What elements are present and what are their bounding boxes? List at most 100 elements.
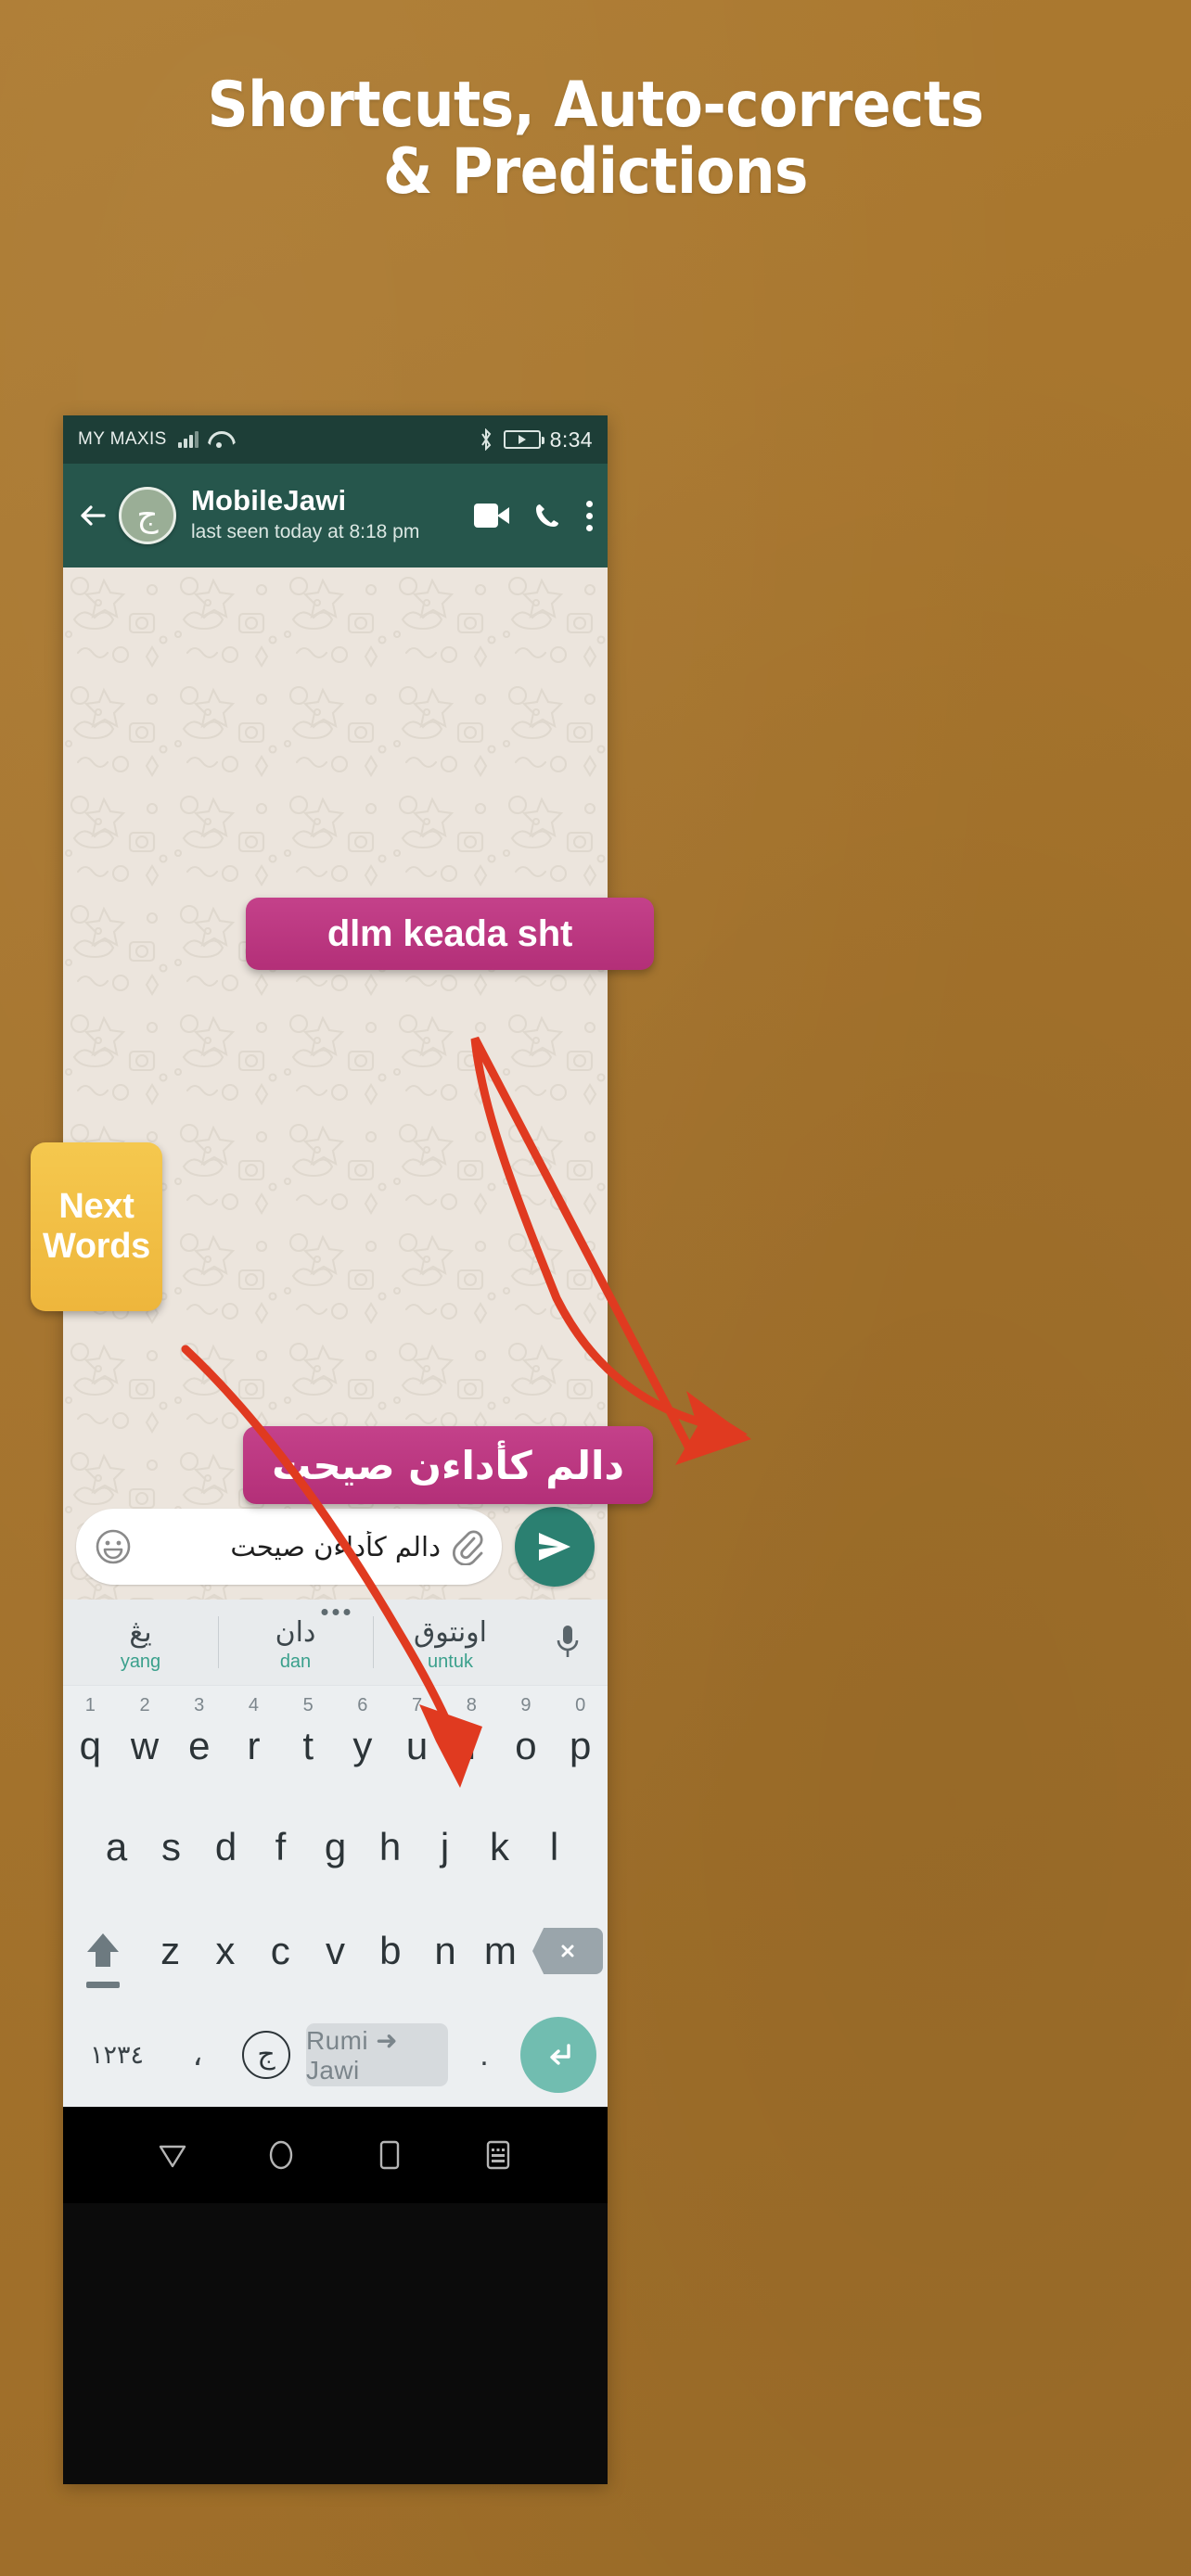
chat-header: ج MobileJawi last seen today at 8:18 pm	[63, 464, 608, 567]
key-c[interactable]: c	[253, 1899, 308, 2003]
send-button[interactable]	[515, 1507, 595, 1587]
key-letter: d	[214, 1825, 237, 1868]
key-t[interactable]: 5t	[281, 1686, 336, 1795]
contact-status: last seen today at 8:18 pm	[191, 521, 420, 543]
prediction-jawi: دان	[275, 1616, 316, 1650]
prediction-rumi: untuk	[428, 1651, 473, 1672]
status-bar: MY MAXIS 8:34	[63, 415, 608, 464]
key-k[interactable]: k	[472, 1795, 527, 1899]
key-letter: h	[378, 1825, 402, 1868]
key-number-hint: 5	[302, 1695, 314, 1715]
key-y[interactable]: 6y	[336, 1686, 391, 1795]
key-letter: o	[515, 1724, 537, 1767]
enter-key-icon	[550, 2044, 570, 2065]
key-w[interactable]: 2w	[118, 1686, 173, 1795]
key-p[interactable]: 0p	[553, 1686, 608, 1795]
backspace-x-glyph	[561, 1945, 574, 1958]
avatar[interactable]: ج	[119, 487, 176, 544]
key-o[interactable]: 9o	[499, 1686, 554, 1795]
keyboard-row-1: 1q 2w 3e 4r 5t 6y 7u 8i 9o 0p	[63, 1686, 608, 1795]
key-letter: u	[405, 1724, 429, 1767]
video-call-icon[interactable]	[474, 504, 509, 528]
key-u[interactable]: 7u	[390, 1686, 444, 1795]
prediction-item-1[interactable]: يڠ yang	[63, 1600, 218, 1685]
key-g[interactable]: g	[308, 1795, 363, 1899]
callout-shortcut-text: dlm keada sht	[246, 898, 654, 970]
key-q[interactable]: 1q	[63, 1686, 118, 1795]
key-number-hint: 0	[575, 1695, 586, 1715]
key-number-hint: 3	[194, 1695, 205, 1715]
prediction-item-3[interactable]: اونتوق untuk	[373, 1600, 528, 1685]
key-letter: b	[379, 1929, 402, 1972]
send-icon	[539, 1533, 570, 1561]
chat-header-actions	[467, 500, 593, 531]
shift-key[interactable]	[63, 1899, 143, 2003]
shift-key-icon	[86, 1933, 119, 1967]
microphone-icon	[557, 1626, 579, 1657]
key-b[interactable]: b	[363, 1899, 417, 2003]
comma-key[interactable]: ،	[169, 2026, 226, 2084]
nav-recents-icon[interactable]	[372, 2137, 407, 2173]
key-letter: x	[215, 1929, 236, 1972]
arrow-1-head	[675, 1391, 751, 1465]
nav-keyboard-icon[interactable]	[480, 2137, 516, 2173]
enter-key[interactable]	[520, 2017, 596, 2093]
paperclip-icon[interactable]	[450, 1528, 483, 1565]
key-letter: f	[275, 1825, 287, 1868]
wifi-icon	[208, 431, 230, 448]
key-d[interactable]: d	[198, 1795, 253, 1899]
overflow-menu-icon[interactable]	[585, 500, 593, 531]
period-key[interactable]: .	[457, 2026, 511, 2084]
key-e[interactable]: 3e	[172, 1686, 226, 1795]
key-letter: k	[490, 1825, 509, 1868]
chat-title-block[interactable]: MobileJawi last seen today at 8:18 pm	[191, 485, 467, 545]
key-letter: r	[247, 1724, 261, 1767]
back-arrow-icon[interactable]	[72, 494, 115, 537]
key-letter: i	[467, 1724, 476, 1767]
key-l[interactable]: l	[527, 1795, 582, 1899]
key-f[interactable]: f	[253, 1795, 308, 1899]
key-letter: g	[324, 1825, 347, 1868]
key-r[interactable]: 4r	[226, 1686, 281, 1795]
nav-back-icon[interactable]	[155, 2137, 190, 2173]
spacebar[interactable]: Rumi ➜ Jawi	[306, 2023, 448, 2086]
key-z[interactable]: z	[143, 1899, 198, 2003]
backspace-icon	[532, 1928, 604, 1974]
avatar-glyph: ج	[136, 496, 159, 534]
key-letter: z	[160, 1929, 181, 1972]
key-v[interactable]: v	[308, 1899, 363, 2003]
key-i[interactable]: 8i	[444, 1686, 499, 1795]
spacebar-label: Rumi ➜ Jawi	[306, 2025, 398, 2085]
key-s[interactable]: s	[144, 1795, 198, 1899]
backspace-key[interactable]	[528, 1899, 608, 2003]
phone-call-icon[interactable]	[533, 502, 561, 529]
key-number-hint: 1	[84, 1695, 96, 1715]
key-letter: t	[302, 1724, 314, 1767]
jawi-mode-key[interactable]: ج	[236, 2026, 297, 2084]
signal-bars-icon	[177, 431, 198, 448]
prediction-item-2[interactable]: دان dan	[218, 1600, 373, 1685]
nav-home-icon[interactable]	[263, 2137, 299, 2173]
key-letter: j	[440, 1825, 450, 1868]
prediction-jawi: اونتوق	[414, 1616, 487, 1650]
key-j[interactable]: j	[417, 1795, 472, 1899]
key-n[interactable]: n	[417, 1899, 472, 2003]
key-number-hint: 6	[357, 1695, 368, 1715]
key-m[interactable]: m	[473, 1899, 528, 2003]
key-number-hint: 8	[466, 1695, 477, 1715]
message-input-value[interactable]: دالم كأداءن صيحت	[141, 1531, 441, 1562]
badge-next-words-label: Next Words	[42, 1186, 151, 1266]
numeric-mode-key[interactable]: ١٢٣٤	[74, 2026, 160, 2084]
prediction-jawi: يڠ	[129, 1616, 152, 1650]
key-letter: s	[161, 1825, 181, 1868]
emoji-smiley-icon[interactable]	[95, 1528, 132, 1565]
headline-line-2: & Predictions	[383, 135, 808, 210]
prediction-bar: يڠ yang دان dan اونتوق untuk	[63, 1600, 608, 1686]
key-h[interactable]: h	[363, 1795, 417, 1899]
message-input-pill[interactable]: دالم كأداءن صيحت	[76, 1509, 502, 1585]
key-a[interactable]: a	[89, 1795, 144, 1899]
key-letter: v	[326, 1929, 345, 1972]
microphone-button[interactable]	[528, 1623, 608, 1662]
key-x[interactable]: x	[198, 1899, 252, 2003]
callout-1-label: dlm keada sht	[327, 912, 573, 954]
